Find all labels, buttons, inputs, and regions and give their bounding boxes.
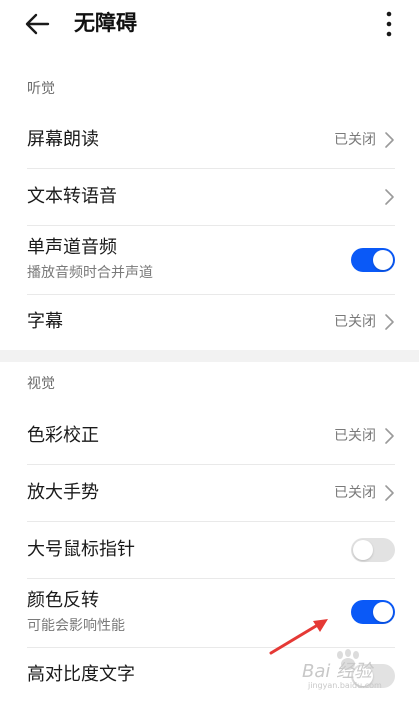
chevron-right-icon bbox=[385, 428, 394, 444]
setting-row-magnification-gesture[interactable]: 放大手势 已关闭 bbox=[0, 465, 419, 521]
accessibility-settings-screen: 无障碍 听觉 屏幕朗读 已关闭 文本转语音 单声道音频 播放音频时合并声道 字幕… bbox=[0, 0, 419, 702]
section-separator bbox=[0, 350, 419, 362]
setting-label: 单声道音频 bbox=[27, 237, 117, 258]
setting-value: 已关闭 bbox=[334, 428, 376, 444]
setting-value: 已关闭 bbox=[334, 314, 376, 330]
setting-label: 文本转语音 bbox=[27, 186, 117, 207]
setting-label: 色彩校正 bbox=[27, 425, 99, 446]
setting-label: 字幕 bbox=[27, 311, 63, 332]
setting-label: 颜色反转 bbox=[27, 590, 99, 611]
more-vertical-icon bbox=[386, 11, 392, 37]
setting-value: 已关闭 bbox=[334, 485, 376, 501]
setting-row-subtitles[interactable]: 字幕 已关闭 bbox=[0, 295, 419, 349]
arrow-left-icon bbox=[25, 13, 50, 35]
chevron-right-icon bbox=[385, 132, 394, 148]
section-header-vision: 视觉 bbox=[27, 376, 55, 392]
setting-row-mono-audio: 单声道音频 播放音频时合并声道 bbox=[0, 226, 419, 294]
large-pointer-toggle[interactable] bbox=[351, 538, 395, 562]
mono-audio-toggle[interactable] bbox=[351, 248, 395, 272]
setting-subtitle: 可能会影响性能 bbox=[27, 618, 125, 634]
more-options-button[interactable] bbox=[379, 8, 399, 40]
color-inversion-toggle[interactable] bbox=[351, 600, 395, 624]
setting-value: 已关闭 bbox=[334, 132, 376, 148]
toggle-knob bbox=[353, 540, 373, 560]
chevron-right-icon bbox=[385, 314, 394, 330]
toggle-knob bbox=[353, 666, 373, 686]
page-title: 无障碍 bbox=[74, 11, 137, 35]
setting-row-high-contrast-text: 高对比度文字 bbox=[0, 648, 419, 702]
setting-row-color-inversion: 颜色反转 可能会影响性能 bbox=[0, 579, 419, 647]
toggle-knob bbox=[373, 250, 393, 270]
setting-subtitle: 播放音频时合并声道 bbox=[27, 265, 153, 281]
setting-row-large-mouse-pointer: 大号鼠标指针 bbox=[0, 522, 419, 578]
setting-label: 高对比度文字 bbox=[27, 664, 135, 685]
setting-row-text-to-speech[interactable]: 文本转语音 bbox=[0, 169, 419, 225]
chevron-right-icon bbox=[385, 189, 394, 205]
chevron-right-icon bbox=[385, 485, 394, 501]
back-button[interactable] bbox=[22, 8, 56, 40]
setting-row-screen-reader[interactable]: 屏幕朗读 已关闭 bbox=[0, 112, 419, 168]
toggle-knob bbox=[373, 602, 393, 622]
high-contrast-toggle[interactable] bbox=[351, 664, 395, 688]
section-header-hearing: 听觉 bbox=[27, 81, 55, 97]
setting-label: 放大手势 bbox=[27, 482, 99, 503]
top-app-bar: 无障碍 bbox=[0, 0, 419, 48]
setting-row-color-correction[interactable]: 色彩校正 已关闭 bbox=[0, 408, 419, 464]
setting-label: 大号鼠标指针 bbox=[27, 539, 135, 560]
setting-label: 屏幕朗读 bbox=[27, 129, 99, 150]
